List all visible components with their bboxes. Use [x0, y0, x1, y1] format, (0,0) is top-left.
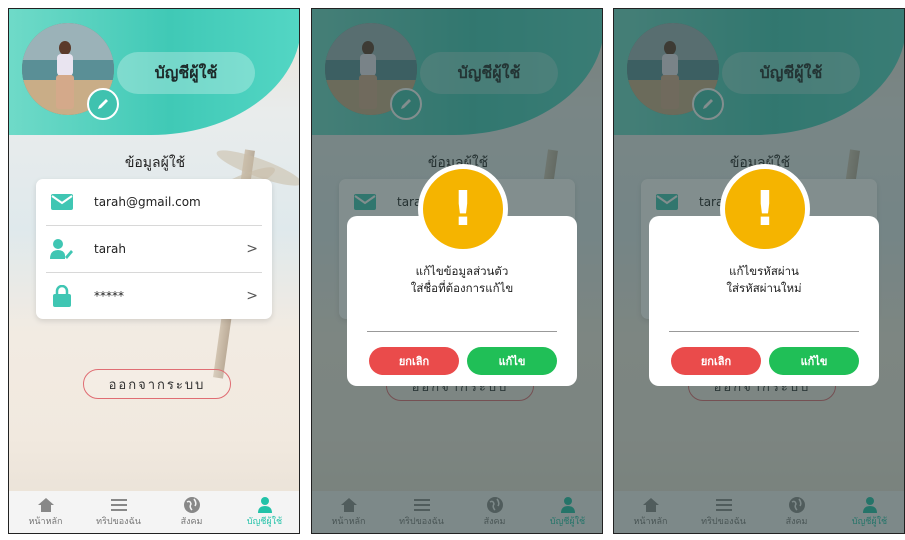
- pencil-icon: [98, 99, 108, 109]
- screen-account: บัญชีผู้ใช้ ข้อมูลผู้ใช้ tarah@gmail.com…: [8, 8, 300, 534]
- bottom-nav: หน้าหลัก ทริปของฉัน สังคม บัญชีผู้ใช้: [9, 491, 299, 533]
- dialog-message: แก้ไขรหัสผ่าน ใส่รหัสผ่านใหม่: [649, 263, 879, 297]
- avatar-legs: [56, 75, 74, 109]
- avatar-head: [59, 41, 71, 55]
- password-input-underline: [669, 331, 859, 332]
- screen-edit-name: บัญชีผู้ใช้ ข้อมูลผู้ใช้ tarah@gmail.com…: [311, 8, 603, 534]
- page-title: บัญชีผู้ใช้: [154, 62, 218, 82]
- mail-icon: [50, 190, 74, 214]
- password-input[interactable]: [669, 312, 859, 330]
- nav-social[interactable]: สังคม: [155, 491, 228, 533]
- section-title: ข้อมูลผู้ใช้: [124, 155, 186, 171]
- edit-avatar-button[interactable]: [87, 88, 119, 120]
- list-icon: [110, 496, 127, 514]
- cancel-button[interactable]: ยกเลิก: [369, 347, 459, 375]
- confirm-edit-button[interactable]: แก้ไข: [769, 347, 859, 375]
- screen-edit-password: บัญชีผู้ใช้ ข้อมูลผู้ใช้ tarah@gmail.com…: [613, 8, 905, 534]
- nav-home[interactable]: หน้าหลัก: [9, 491, 82, 533]
- nav-trips[interactable]: ทริปของฉัน: [82, 491, 155, 533]
- nav-account[interactable]: บัญชีผู้ใช้: [228, 491, 299, 533]
- password-row[interactable]: ***** >: [36, 273, 272, 319]
- person-icon: [257, 496, 272, 514]
- avatar-person: [54, 41, 76, 111]
- avatar-body: [57, 54, 73, 76]
- dialog-subtitle: ใส่ชื่อที่ต้องการแก้ไข: [410, 281, 514, 295]
- title-pill: บัญชีผู้ใช้: [117, 52, 255, 94]
- globe-icon: [183, 496, 201, 514]
- username-value: tarah: [94, 242, 126, 256]
- chevron-right-icon: >: [246, 241, 258, 257]
- home-icon: [37, 496, 54, 514]
- dialog-title: แก้ไขรหัสผ่าน: [729, 264, 799, 278]
- dialog-subtitle: ใส่รหัสผ่านใหม่: [726, 281, 802, 295]
- email-value: tarah@gmail.com: [94, 195, 201, 209]
- nav-social-label: สังคม: [180, 517, 203, 527]
- dialog-message: แก้ไขข้อมูลส่วนตัว ใส่ชื่อที่ต้องการแก้ไ…: [347, 263, 577, 297]
- password-value: *****: [94, 289, 124, 303]
- email-row: tarah@gmail.com: [36, 179, 272, 225]
- warning-mark: !: [754, 181, 776, 237]
- nav-account-label: บัญชีผู้ใช้: [246, 517, 283, 527]
- username-row[interactable]: tarah >: [36, 226, 272, 272]
- chevron-right-icon: >: [246, 288, 258, 304]
- dialog-title: แก้ไขข้อมูลส่วนตัว: [415, 264, 509, 278]
- profile-card: tarah@gmail.com tarah > ***** >: [36, 179, 272, 319]
- nav-home-label: หน้าหลัก: [28, 517, 63, 527]
- warning-icon: !: [418, 164, 508, 254]
- warning-icon: !: [720, 164, 810, 254]
- confirm-edit-button[interactable]: แก้ไข: [467, 347, 557, 375]
- user-edit-icon: [50, 237, 74, 261]
- name-input-underline: [367, 331, 557, 332]
- cancel-button[interactable]: ยกเลิก: [671, 347, 761, 375]
- name-input[interactable]: [367, 312, 557, 330]
- logout-button[interactable]: ออกจากระบบ: [83, 369, 231, 399]
- lock-icon: [50, 284, 74, 308]
- nav-trips-label: ทริปของฉัน: [96, 517, 141, 527]
- warning-mark: !: [452, 181, 474, 237]
